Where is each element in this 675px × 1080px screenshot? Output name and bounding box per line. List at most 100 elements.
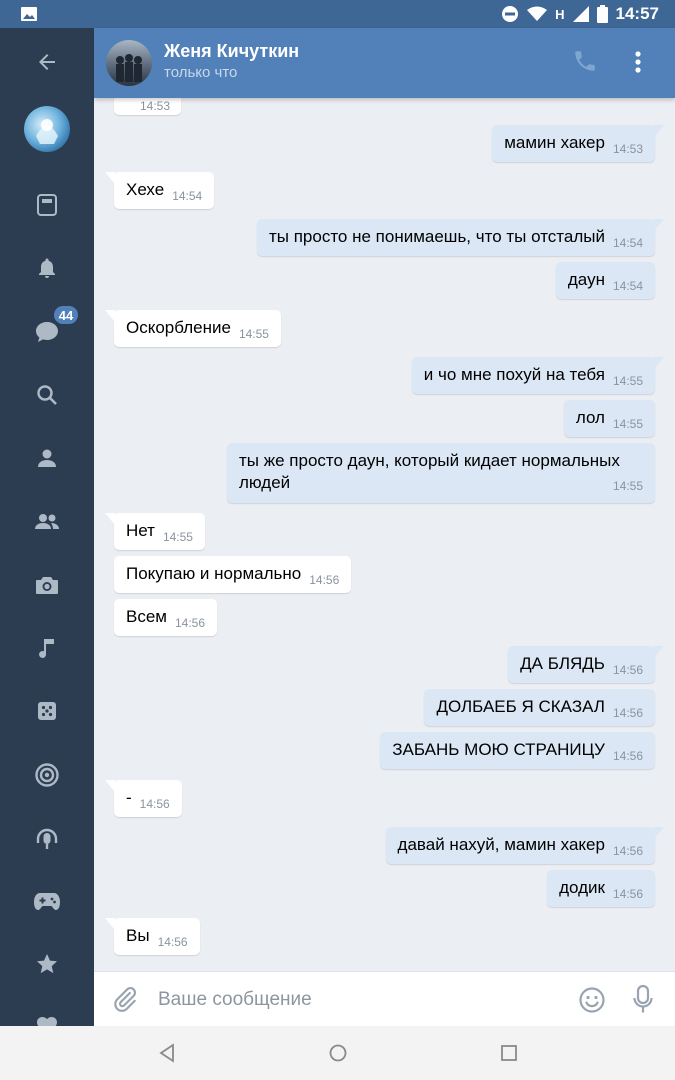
emoji-icon[interactable] (578, 986, 606, 1014)
message-bubble-outgoing[interactable]: ЗАБАНЬ МОЮ СТРАНИЦУ 14:56 (380, 732, 655, 769)
message-time: 14:53 (612, 142, 643, 156)
message-bubble-outgoing[interactable]: ДОЛБАЕБ Я СКАЗАЛ 14:56 (424, 689, 655, 726)
status-bar: H 14:57 (0, 0, 675, 28)
system-nav-bar (0, 1026, 675, 1080)
message-time: 14:56 (157, 935, 188, 949)
message-text: Оскорбление (126, 318, 231, 337)
bubble-tail (654, 357, 664, 369)
message-bubble-outgoing[interactable]: ты просто не понимаешь, что ты отсталый 1… (256, 219, 664, 256)
message-bubble-incoming[interactable]: -14:56 (105, 780, 182, 817)
message-composer: Ваше сообщение (94, 971, 675, 1026)
profile-icon[interactable] (27, 438, 67, 478)
message-bubble-incoming[interactable]: Хехе 14:54 (105, 172, 215, 209)
message-list[interactable]: 14:53 мамин хакер 14:53 Хехе 14:54 ты прос… (94, 98, 675, 971)
message-text: ЗАБАНЬ МОЮ СТРАНИЦУ (392, 740, 605, 759)
message-bubble-incoming[interactable]: 14:53 (114, 98, 181, 115)
message-bubble-outgoing[interactable]: мамин хакер 14:53 (492, 125, 664, 162)
message-time: 14:56 (612, 887, 643, 901)
attach-icon[interactable] (112, 986, 138, 1014)
heart-icon[interactable] (27, 1006, 67, 1026)
message-text: Вы (126, 926, 150, 945)
battery-icon (596, 5, 608, 23)
message-bubble-incoming[interactable]: Оскорбление 14:55 (105, 310, 281, 347)
message-text: додик (559, 878, 605, 897)
message-bubble-outgoing[interactable]: ты же просто даун, который кидает нормал… (227, 443, 655, 503)
message-bubble-outgoing[interactable]: ДА БЛЯДЬ 14:56 (508, 646, 664, 683)
message-time: 14:56 (612, 844, 643, 858)
message-time: 14:55 (238, 327, 269, 341)
message-text: мамин хакер (504, 133, 605, 152)
message-text: Покупаю и нормально (126, 564, 302, 583)
news-icon[interactable] (27, 185, 67, 225)
message-text: ДА БЛЯДЬ (520, 654, 605, 673)
contact-status: только что (164, 64, 238, 81)
music-icon[interactable] (27, 628, 67, 668)
message-text: лол (575, 408, 605, 427)
message-time: 14:56 (612, 663, 643, 677)
message-bubble-outgoing[interactable]: додик 14:56 (547, 870, 655, 907)
message-text: и чо мне похуй на тебя (423, 365, 605, 384)
message-bubble-outgoing[interactable]: даун 14:54 (555, 262, 655, 299)
message-text: ДОЛБАЕБ Я СКАЗАЛ (436, 697, 605, 716)
message-time: 14:56 (174, 616, 206, 630)
bubble-tail (654, 827, 664, 839)
message-text: даун (567, 270, 605, 289)
target-icon[interactable] (27, 755, 67, 795)
message-text: - (126, 788, 132, 807)
contact-name[interactable]: Женя Кичуткин (164, 41, 299, 62)
bubble-tail (105, 918, 115, 930)
bubble-tail (105, 780, 115, 792)
bubble-tail (654, 125, 664, 137)
podcast-icon[interactable] (27, 818, 67, 858)
bubble-tail (654, 219, 664, 231)
message-bubble-outgoing[interactable]: давай нахуй, мамин хакер 14:56 (385, 827, 664, 864)
network-type: H (555, 6, 565, 22)
back-arrow-icon[interactable] (27, 42, 67, 82)
message-text: Хехе (126, 180, 165, 199)
signal-icon (572, 6, 589, 22)
message-text: ты просто не понимаешь, что ты отсталый (268, 227, 605, 246)
gamepad-icon[interactable] (27, 881, 67, 921)
message-time: 14:55 (612, 417, 643, 431)
notifications-bell-icon[interactable] (27, 248, 67, 288)
phone-icon[interactable] (572, 48, 598, 74)
message-time: 14:56 (309, 573, 340, 587)
message-time: 14:56 (612, 706, 643, 720)
nav-recents-icon[interactable] (499, 1043, 519, 1063)
wifi-icon (527, 6, 548, 21)
message-bubble-outgoing[interactable]: лол 14:55 (563, 400, 655, 437)
star-icon[interactable] (27, 944, 67, 984)
message-time: 14:56 (612, 749, 643, 763)
message-bubble-outgoing[interactable]: и чо мне похуй на тебя 14:55 (411, 357, 664, 394)
chat-header: Женя Кичуткин только что (94, 28, 675, 98)
profile-avatar[interactable] (24, 106, 70, 152)
nav-home-icon[interactable] (328, 1043, 348, 1063)
camera-icon[interactable] (27, 565, 67, 605)
nav-back-icon[interactable] (157, 1043, 177, 1063)
bubble-tail (105, 172, 115, 184)
microphone-icon[interactable] (632, 984, 654, 1016)
more-options-icon[interactable] (628, 47, 648, 77)
status-time: 14:57 (615, 4, 659, 23)
search-icon[interactable] (27, 375, 67, 415)
message-text: ты же просто даун, который кидает нормал… (239, 451, 620, 492)
message-bubble-incoming[interactable]: Вы 14:56 (105, 918, 200, 955)
message-time: 14:54 (612, 279, 643, 293)
unread-messages-badge: 44 (52, 304, 80, 326)
message-time: 14:55 (612, 374, 643, 388)
message-bubble-incoming[interactable]: Покупаю и нормально 14:56 (114, 556, 352, 593)
message-bubble-incoming[interactable]: Всем 14:56 (114, 599, 218, 636)
message-time: 14:53 (140, 99, 171, 113)
contact-avatar[interactable] (106, 40, 152, 86)
message-time: 14:54 (612, 236, 643, 250)
message-time: 14:55 (162, 530, 193, 544)
message-input[interactable]: Ваше сообщение (158, 989, 312, 1011)
bubble-tail (105, 310, 115, 322)
games-icon[interactable] (27, 691, 67, 731)
message-time: 14:55 (612, 479, 643, 493)
message-time: 14:56 (139, 797, 170, 811)
message-bubble-incoming[interactable]: Нет 14:55 (105, 513, 205, 550)
message-text: Всем (126, 607, 167, 626)
status-icons: H 14:57 (501, 4, 659, 24)
friends-icon[interactable] (27, 501, 67, 541)
